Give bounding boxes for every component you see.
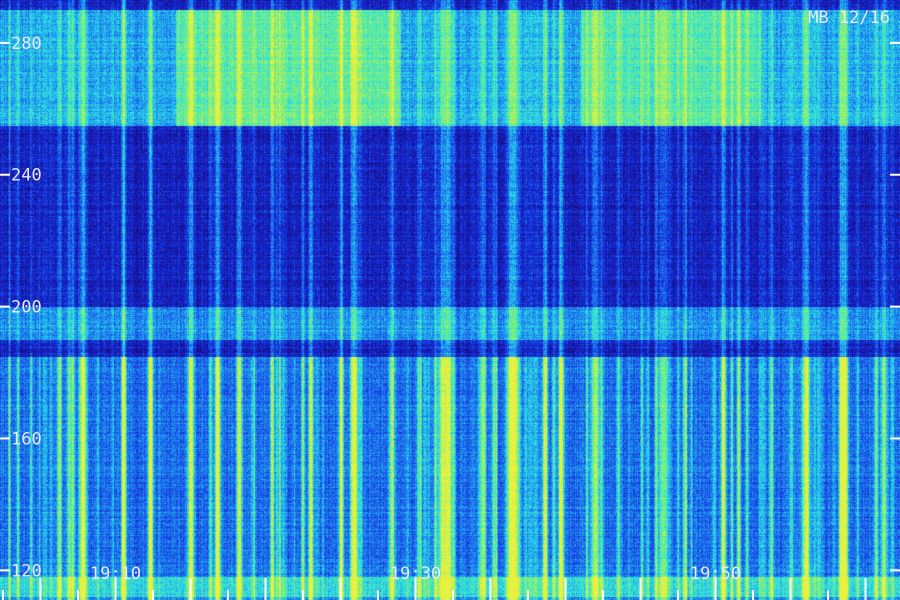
- y-axis: 120 160 200 240 280: [0, 34, 900, 581]
- x-tick-label: 19:50: [690, 564, 741, 584]
- y-tick-label: 160: [11, 429, 42, 449]
- station-date-annotation: MB 12/16: [808, 8, 890, 28]
- y-tick-label: 200: [11, 298, 42, 318]
- y-tick-label: 240: [11, 166, 42, 186]
- x-axis: 19:10 19:30 19:50: [2, 564, 867, 600]
- spectrogram-panel: 120 160 200 240 280 19:10 19:30 19:50 MB 12/16: [0, 0, 900, 600]
- y-tick-label: 280: [11, 34, 42, 54]
- y-tick-label: 120: [11, 561, 42, 581]
- x-tick-label: 19:10: [90, 564, 141, 584]
- x-tick-label: 19:30: [390, 564, 441, 584]
- spectrogram-axes: 120 160 200 240 280 19:10 19:30 19:50 MB 12/16: [0, 8, 900, 600]
